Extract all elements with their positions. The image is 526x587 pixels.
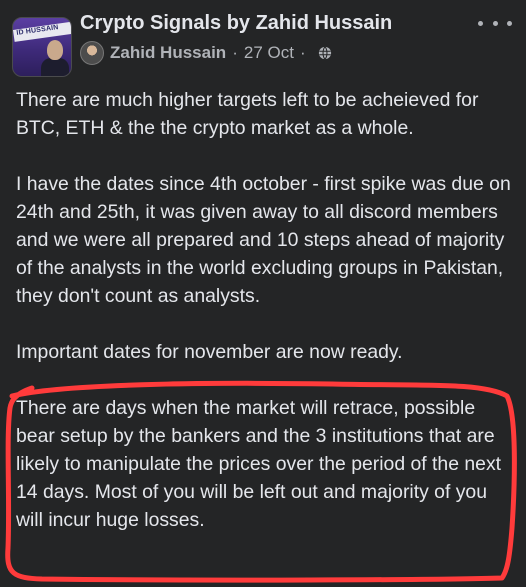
avatar-figure-body (41, 58, 69, 76)
post-paragraph: There are days when the market will retr… (16, 397, 502, 531)
author-name-link[interactable]: Zahid Hussain (110, 43, 226, 63)
post-paragraph: I have the dates since 4th october - fir… (16, 173, 511, 307)
post-paragraph: There are much higher targets left to be… (16, 89, 479, 139)
more-dot (492, 20, 498, 26)
author-avatar[interactable] (80, 41, 104, 65)
post-text: There are much higher targets left to be… (16, 86, 516, 534)
post-timestamp-link[interactable]: 27 Oct (244, 43, 294, 63)
post-header: ID HUSSAIN Crypto Signals by Zahid Hussa… (0, 0, 526, 80)
group-name-link[interactable]: Crypto Signals by Zahid Hussain (80, 12, 392, 35)
globe-icon (318, 46, 331, 60)
post-meta: Zahid Hussain · 27 Oct · (80, 41, 332, 65)
avatar-figure-face (47, 40, 63, 60)
more-options-icon[interactable] (478, 12, 512, 34)
group-avatar[interactable]: ID HUSSAIN (12, 17, 72, 77)
post-paragraph: Important dates for november are now rea… (16, 341, 403, 363)
more-dot (478, 20, 483, 26)
meta-separator: · (232, 43, 238, 62)
more-dot (507, 20, 512, 26)
meta-separator-2: · (299, 43, 306, 62)
